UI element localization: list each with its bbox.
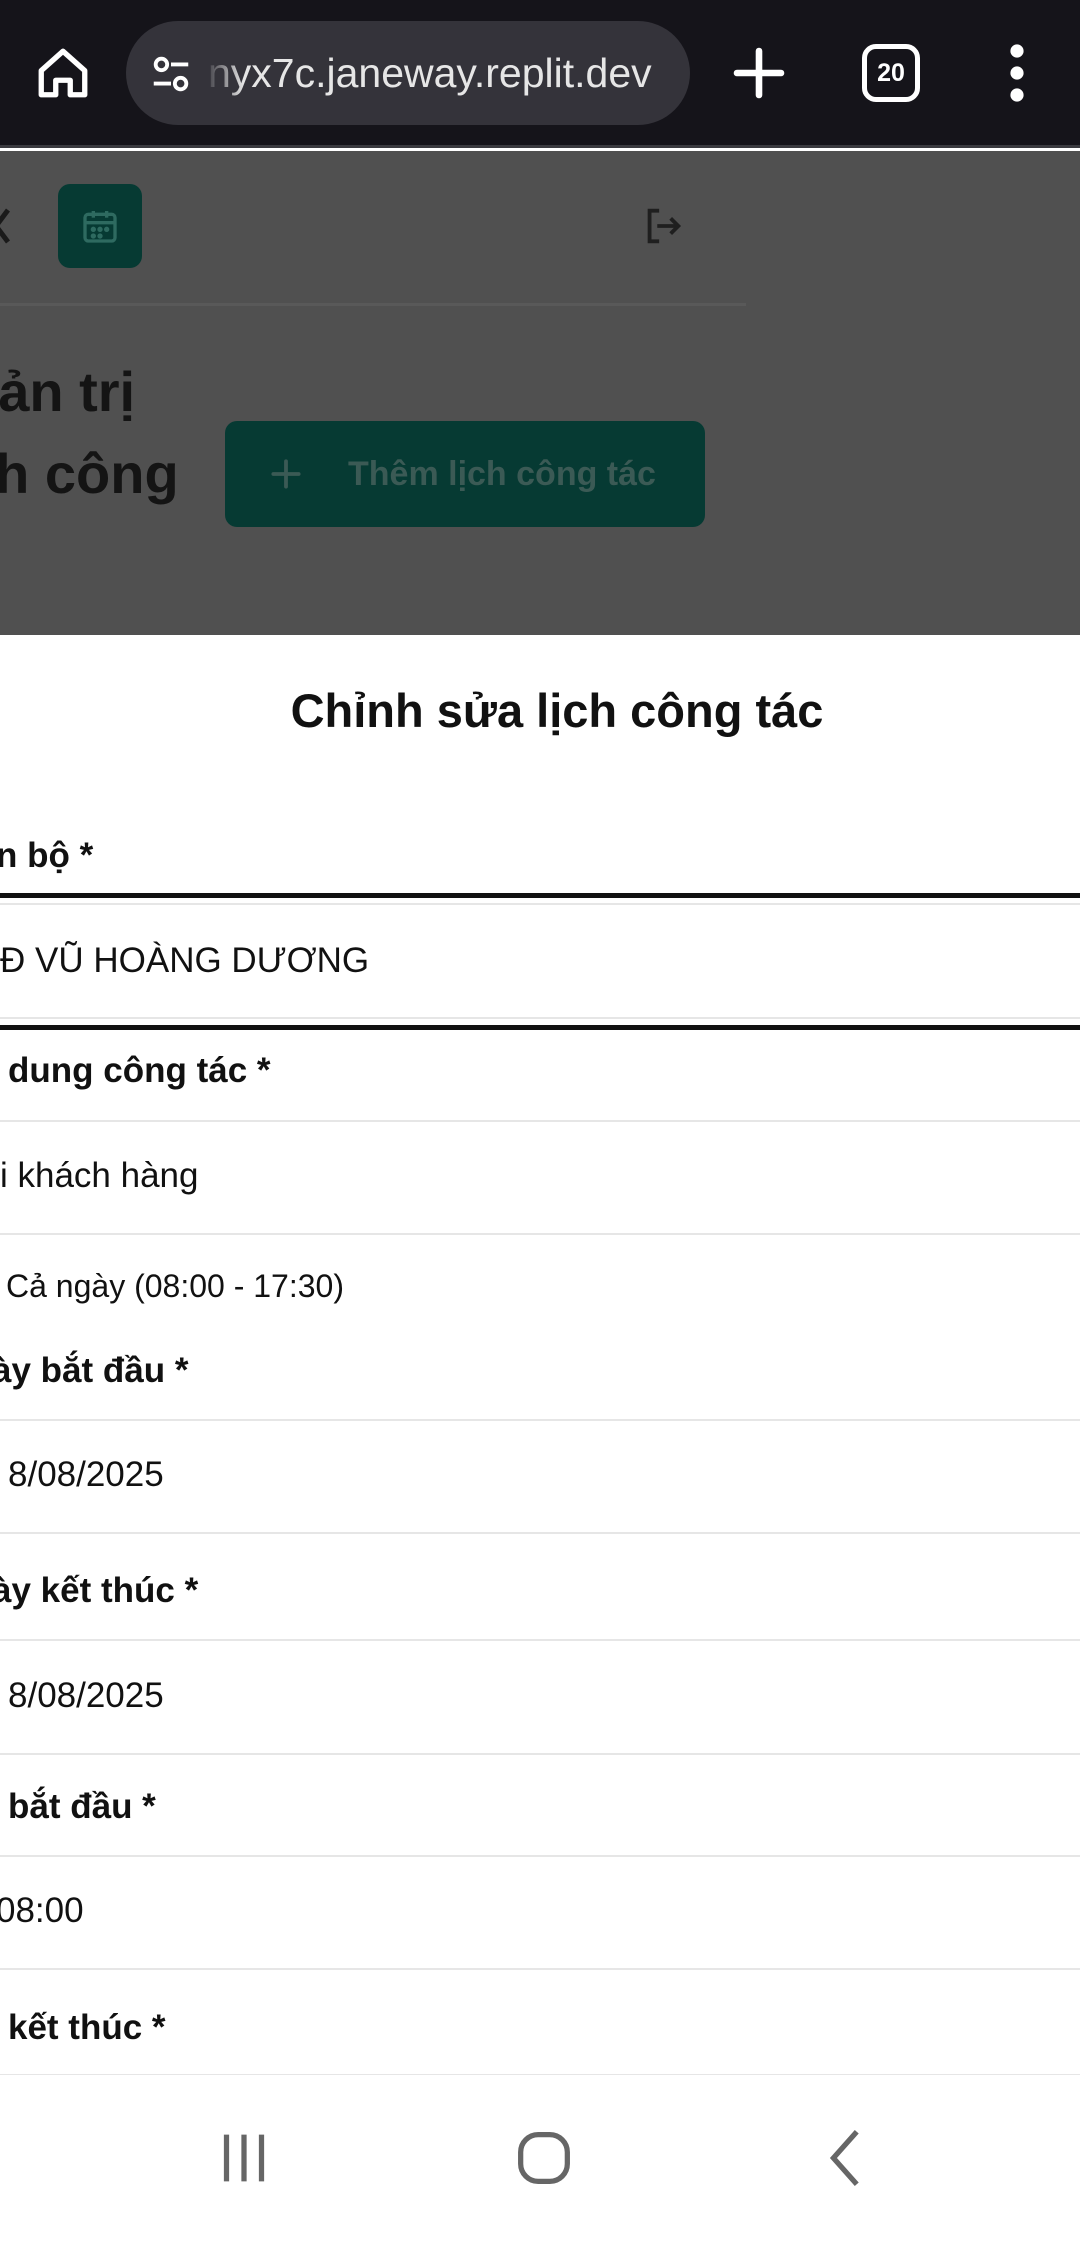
start-time-bottom-border <box>0 1968 1080 1970</box>
tab-switcher-button[interactable]: 20 <box>862 44 920 102</box>
end-date-top-border <box>0 1639 1080 1641</box>
address-bar[interactable]: nyx7c.janeway.replit.dev <box>126 21 690 125</box>
start-date-input[interactable]: 8/08/2025 <box>8 1455 164 1495</box>
start-date-label: ày bắt đầu * <box>0 1351 189 1390</box>
start-time-top-border <box>0 1855 1080 1857</box>
page-title: uản trị ch công c <box>0 360 179 505</box>
add-schedule-button: Thêm lịch công tác <box>225 421 705 527</box>
start-date-top-border <box>0 1419 1080 1421</box>
edit-schedule-sheet: Chỉnh sửa lịch công tác n bộ * Đ VŨ HOÀN… <box>0 635 1080 2075</box>
system-navigation-bar <box>0 2075 1080 2241</box>
header-divider <box>0 303 746 306</box>
staff-field-top-border <box>0 893 1080 898</box>
home-icon[interactable] <box>30 40 96 106</box>
staff-label: n bộ * <box>0 836 94 875</box>
toolbar-divider <box>0 145 1080 148</box>
back-icon[interactable] <box>813 2123 883 2193</box>
staff-select[interactable]: Đ VŨ HOÀNG DƯƠNG <box>0 941 369 981</box>
end-date-label: ày kết thúc * <box>0 1571 199 1610</box>
end-date-bottom-border <box>0 1753 1080 1755</box>
end-time-label: kết thúc * <box>8 2008 166 2047</box>
recents-icon[interactable] <box>209 2123 279 2193</box>
content-label: dung công tác * <box>8 1051 271 1090</box>
sheet-title: Chỉnh sửa lịch công tác <box>290 684 824 737</box>
all-day-checkbox-label[interactable]: Cả ngày (08:00 - 17:30) <box>6 1268 344 1305</box>
staff-field-bottom-border <box>0 1025 1080 1030</box>
url-fade <box>204 21 244 125</box>
content-input[interactable]: i khách hàng <box>0 1156 198 1196</box>
tune-icon[interactable] <box>148 51 194 97</box>
end-date-input[interactable]: 8/08/2025 <box>8 1676 164 1716</box>
home-circle-icon[interactable] <box>509 2123 579 2193</box>
start-date-bottom-border <box>0 1532 1080 1534</box>
browser-toolbar: nyx7c.janeway.replit.dev 20 <box>0 0 1080 148</box>
url-text[interactable]: nyx7c.janeway.replit.dev <box>208 21 672 125</box>
staff-field-inner-bottom <box>0 1017 1080 1019</box>
background-page-overlay[interactable]: uản trị ch công c Thêm lịch công tác <box>0 151 1080 635</box>
content-field-bottom-border <box>0 1233 1080 1235</box>
content-field-top-border <box>0 1120 1080 1122</box>
logout-icon <box>647 208 682 244</box>
start-time-label: bắt đầu * <box>8 1787 156 1826</box>
more-vertical-icon[interactable] <box>994 40 1040 106</box>
plus-icon <box>271 459 301 489</box>
start-time-input[interactable]: 08:00 <box>0 1891 84 1931</box>
staff-field-inner-top <box>0 903 1080 905</box>
calendar-icon <box>58 184 142 268</box>
chevron-left-icon <box>0 208 10 244</box>
plus-icon[interactable] <box>726 40 792 106</box>
add-schedule-label: Thêm lịch công tác <box>348 454 656 493</box>
